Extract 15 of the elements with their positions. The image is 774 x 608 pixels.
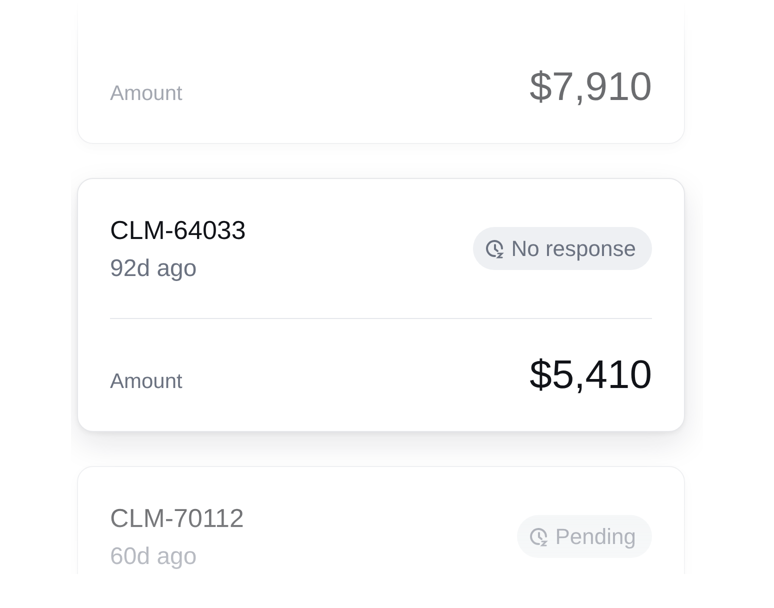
claim-id: CLM-64033: [110, 214, 246, 246]
status-text: Pending: [555, 524, 636, 550]
clock-icon: [529, 526, 550, 546]
amount-value: $7,910: [530, 64, 652, 110]
claim-card[interactable]: CLM-70112 60d ago Pending: [77, 466, 685, 574]
amount-label: Amount: [110, 82, 182, 106]
claim-id: CLM-70112: [110, 502, 244, 534]
status-text: No response: [511, 236, 636, 262]
amount-label: Amount: [110, 370, 182, 394]
claim-age: 60d ago: [110, 542, 198, 572]
claim-age: 92d ago: [110, 254, 198, 284]
clock-icon: [485, 238, 506, 258]
amount-value: $5,410: [530, 352, 652, 398]
claim-card[interactable]: Amount $7,910: [77, 0, 685, 144]
claim-card[interactable]: CLM-64033 92d ago No response Amount $5,410: [77, 178, 685, 432]
